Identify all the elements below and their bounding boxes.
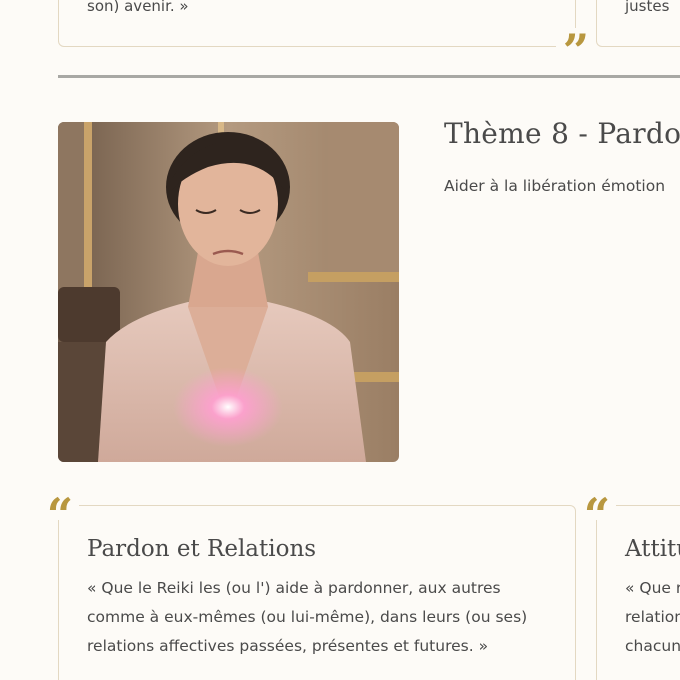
section-divider (58, 75, 680, 78)
opening-quote-icon: “ (578, 492, 616, 538)
quote-card-title: Pardon et Relations (87, 536, 317, 562)
quote-card-title: Attitu (625, 536, 680, 562)
page: son) avenir. » ” justes Thème 8 - Pardo … (0, 0, 680, 680)
theme-subtitle: Aider à la libération émotion (444, 177, 666, 195)
woman-meditating-illustration (58, 122, 399, 462)
quote-card-line: « Que r (625, 579, 680, 597)
opening-quote-icon: “ (41, 492, 79, 538)
quote-card-line: relation (625, 608, 680, 626)
quote-card-text: « Que le Reiki les (ou l') aide à pardon… (87, 579, 528, 655)
quote-card-text-tail: justes (625, 0, 670, 15)
closing-quote-icon: ” (556, 28, 596, 74)
quote-card-line: chacun (625, 637, 680, 655)
theme-title: Thème 8 - Pardo (444, 117, 680, 150)
theme-photo (58, 122, 399, 462)
quote-card-top-right: justes (596, 0, 680, 47)
quote-card-pardon: Pardon et Relations « Que le Reiki les (… (58, 505, 576, 680)
quote-card-text-tail: son) avenir. » (87, 0, 189, 15)
quote-card-top-left: son) avenir. » (58, 0, 576, 47)
quote-card-text: « Que r relation chacun (625, 574, 680, 661)
